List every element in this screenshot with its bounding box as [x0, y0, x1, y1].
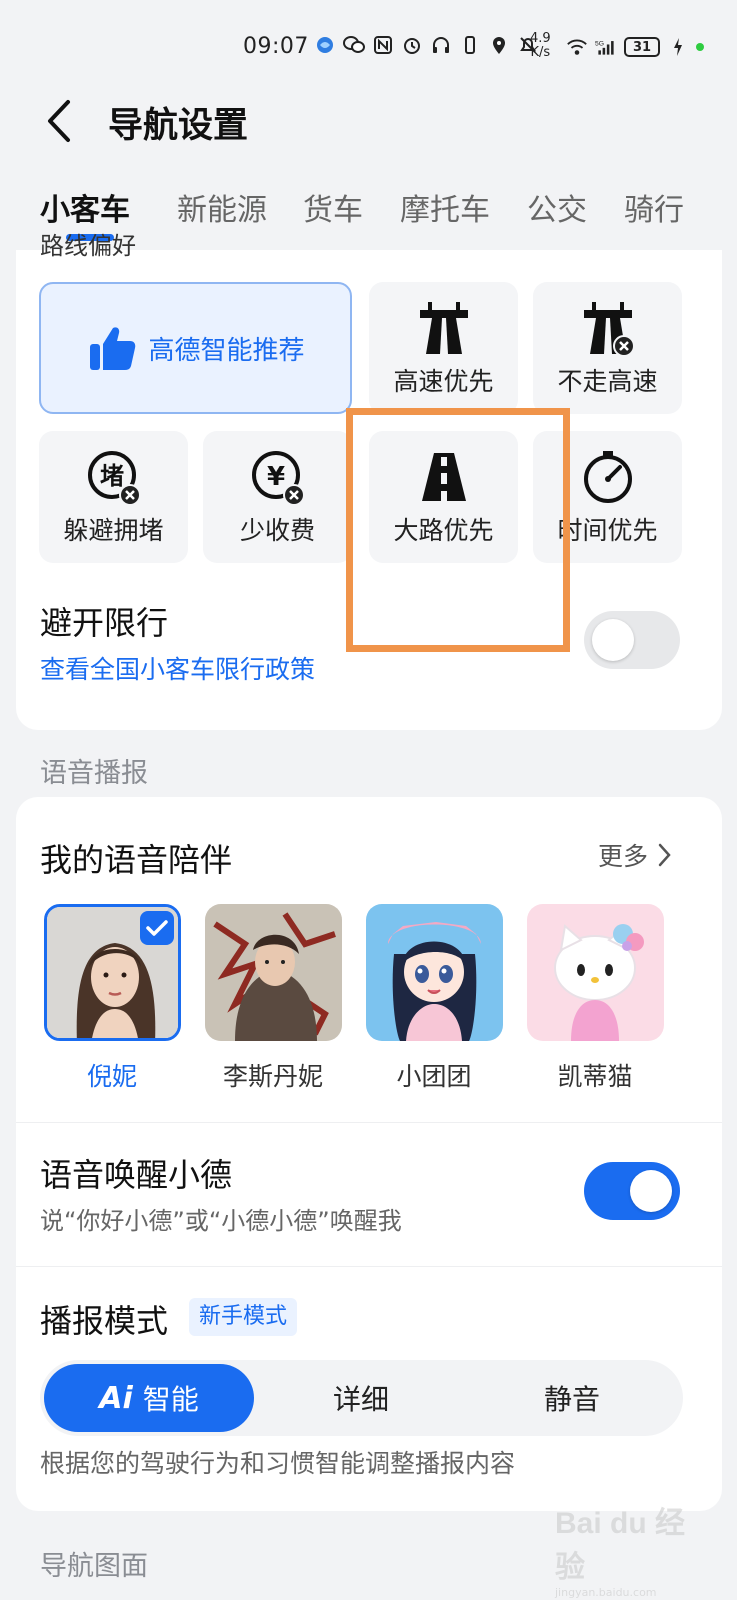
- toggle-knob: [592, 619, 634, 661]
- net-speed: 4.9 K/s: [530, 32, 551, 60]
- tab-car[interactable]: 小客车: [40, 185, 130, 229]
- mode-smart-option[interactable]: Ai 智能: [44, 1364, 254, 1432]
- voice-name: 倪妮: [86, 1062, 137, 1091]
- avoid-restriction-toggle[interactable]: [584, 611, 680, 669]
- lisidanni-portrait: [205, 904, 342, 1041]
- hellokitty-portrait: [527, 904, 664, 1041]
- headphones-icon: [430, 34, 452, 56]
- option-label: 躲避拥堵: [63, 516, 164, 545]
- mode-label: 静音: [543, 1383, 600, 1416]
- thumbs-up-icon: [90, 327, 136, 370]
- mode-label: 智能: [142, 1383, 199, 1416]
- voice-wake-title: 语音唤醒小德: [40, 1156, 233, 1194]
- no-highway-icon: [583, 302, 635, 357]
- mode-silent-option[interactable]: 静音: [467, 1364, 677, 1432]
- map-display-section-label: 导航图面: [40, 1551, 148, 1582]
- signal-5g-icon: 5G: [595, 36, 617, 58]
- voice-avatar-lisidanni[interactable]: [205, 904, 342, 1041]
- restriction-policy-link[interactable]: 查看全国小客车限行政策: [40, 650, 315, 686]
- voice-name: 李斯丹妮: [222, 1062, 323, 1091]
- more-label: 更多: [598, 842, 649, 871]
- voice-wake-desc: 说“你好小德”或“小德小德”唤醒我: [40, 1207, 402, 1235]
- back-button[interactable]: [40, 96, 80, 146]
- net-speed-value: 4.9: [530, 31, 551, 46]
- option-avoid-congestion[interactable]: 堵 躲避拥堵: [39, 431, 188, 563]
- wifi-icon: [566, 36, 588, 58]
- charging-icon: [667, 36, 689, 58]
- status-right: 5G 31: [566, 36, 704, 58]
- toggle-knob: [630, 1170, 672, 1212]
- wechat-icon: [343, 34, 365, 56]
- svg-text:5G: 5G: [595, 40, 604, 47]
- baidu-watermark: Bai du 经验 jingyan.baidu.com: [555, 1498, 695, 1599]
- avoid-restriction-title: 避开限行: [40, 604, 169, 642]
- broadcast-mode-selector: Ai 智能 详细 静音: [40, 1360, 683, 1436]
- option-label: 高速优先: [393, 367, 494, 396]
- selected-check-icon: [140, 911, 174, 945]
- watermark-text: Bai du 经验: [555, 1507, 686, 1584]
- tab-bus[interactable]: 公交: [527, 185, 587, 229]
- tab-truck[interactable]: 货车: [303, 185, 363, 229]
- vibrate-icon: [459, 34, 481, 56]
- voice-companion-title: 我的语音陪伴: [40, 841, 233, 879]
- net-speed-unit: K/s: [530, 45, 551, 60]
- divider: [16, 1122, 722, 1123]
- status-bar: 09:07 4.9 K/s 5G 31: [0, 0, 737, 100]
- tab-motorcycle[interactable]: 摩托车: [400, 185, 490, 229]
- option-label: 不走高速: [557, 367, 658, 396]
- mode-label: 详细: [332, 1383, 389, 1416]
- location-icon: [488, 34, 510, 56]
- battery-indicator: 31: [624, 37, 660, 57]
- option-label: 时间优先: [557, 516, 658, 545]
- option-label: 少收费: [239, 516, 315, 545]
- voice-section-label: 语音播报: [40, 758, 148, 789]
- watermark-sub: jingyan.baidu.com: [555, 1586, 657, 1599]
- alarm-icon: [401, 34, 423, 56]
- divider: [16, 1266, 722, 1267]
- mode-detailed-option[interactable]: 详细: [256, 1364, 466, 1432]
- option-highway-first[interactable]: 高速优先: [369, 282, 518, 414]
- ai-badge-icon: Ai: [99, 1380, 133, 1416]
- chevron-right-icon: [658, 843, 671, 867]
- avoid-congestion-icon: 堵: [87, 451, 141, 506]
- status-time: 09:07: [243, 34, 309, 59]
- chevron-left-icon: [48, 100, 70, 142]
- voice-name: 凯蒂猫: [557, 1062, 633, 1091]
- xiaotuantuan-portrait: [366, 904, 503, 1041]
- svg-text:¥: ¥: [266, 462, 284, 492]
- privacy-dot: [696, 43, 704, 51]
- broadcast-mode-title: 播报模式: [40, 1302, 169, 1340]
- broadcast-mode-desc: 根据您的驾驶行为和习惯智能调整播报内容: [40, 1449, 516, 1478]
- tab-new-energy[interactable]: 新能源: [177, 185, 267, 229]
- less-toll-icon: ¥: [251, 451, 305, 506]
- more-voices-button[interactable]: 更多: [598, 837, 672, 873]
- highway-icon: [419, 302, 468, 354]
- browser-icon: [314, 34, 336, 56]
- voice-avatar-hellokitty[interactable]: [527, 904, 664, 1041]
- voice-name: 小团团: [396, 1062, 472, 1091]
- voice-avatar-xiaotuantuan[interactable]: [366, 904, 503, 1041]
- stopwatch-icon: [583, 451, 632, 503]
- svg-text:堵: 堵: [100, 462, 124, 490]
- page-title: 导航设置: [108, 106, 249, 146]
- tab-cycling[interactable]: 骑行: [624, 185, 684, 229]
- option-label: 高德智能推荐: [148, 335, 305, 366]
- voice-wake-toggle[interactable]: [584, 1162, 680, 1220]
- option-less-toll[interactable]: ¥ 少收费: [203, 431, 352, 563]
- highlight-annotation: [346, 408, 570, 652]
- option-smart-recommend[interactable]: 高德智能推荐: [39, 282, 352, 414]
- route-preference-label: 路线偏好: [40, 232, 136, 260]
- nfc-icon: [372, 34, 394, 56]
- option-no-highway[interactable]: 不走高速: [533, 282, 682, 414]
- status-icons: [314, 34, 539, 56]
- novice-mode-tag: 新手模式: [189, 1298, 298, 1336]
